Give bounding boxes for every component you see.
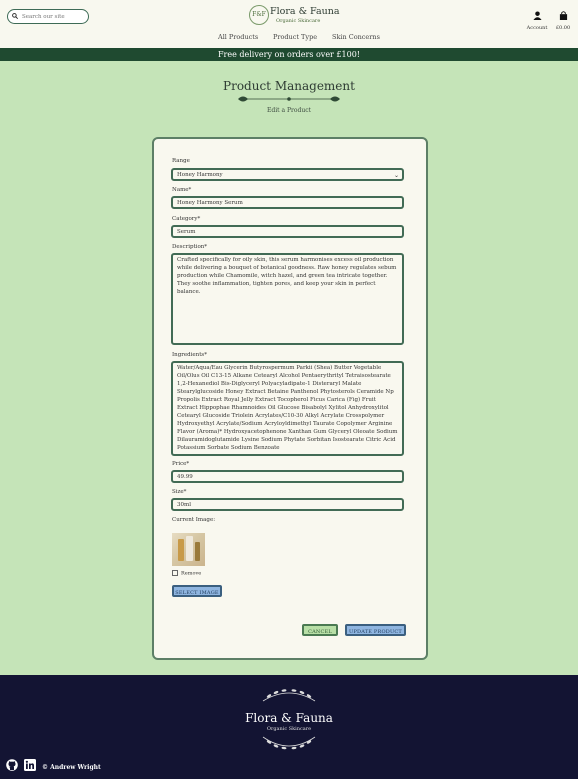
shopping-bag-icon — [559, 11, 567, 20]
nav-skin-concerns[interactable]: Skin Concerns — [332, 33, 380, 41]
range-label: Range — [172, 158, 190, 164]
checkbox-icon — [172, 570, 178, 576]
name-label: Name* — [172, 187, 192, 193]
account-label: Account — [526, 25, 548, 31]
price-input[interactable]: 49.99 — [171, 470, 404, 483]
product-image-thumbnail[interactable] — [172, 533, 205, 566]
wreath-bottom-icon — [262, 736, 316, 750]
footer-brand-name: Flora & Fauna — [245, 711, 333, 725]
footer-tagline: Organic Skincare — [266, 726, 312, 732]
remove-image-checkbox[interactable]: Remove — [172, 570, 201, 577]
category-input[interactable]: Serum — [171, 225, 404, 238]
name-input[interactable]: Honey Harmony Serum — [171, 196, 404, 209]
current-image-label: Current Image: — [172, 517, 216, 523]
bottle-shape — [186, 536, 193, 561]
logo-badge: F&F — [249, 5, 269, 25]
edit-product-form: Range Honey Harmony ⌄ Name* Honey Harmon… — [152, 137, 428, 660]
description-textarea[interactable]: Crafted specifically for oily skin, this… — [171, 253, 404, 345]
cancel-button[interactable]: CANCEL — [302, 624, 338, 636]
wreath-top-icon — [262, 689, 316, 702]
site-footer: Flora & Fauna Organic Skincare © Andrew … — [0, 675, 578, 779]
logo-name: Flora & Fauna — [270, 6, 340, 17]
range-select[interactable]: Honey Harmony ⌄ — [171, 168, 404, 181]
nav-all-products[interactable]: All Products — [218, 33, 258, 41]
page-subtitle: Edit a Product — [267, 107, 311, 114]
shopping-bag-link[interactable]: £0.00 — [553, 5, 573, 31]
flourish-divider-icon — [238, 96, 340, 102]
search-icon — [12, 13, 18, 19]
nav-product-type[interactable]: Product Type — [273, 33, 317, 41]
bottle-shape — [195, 542, 200, 561]
bag-total: £0.00 — [555, 25, 571, 31]
page-title: Product Management — [223, 79, 355, 93]
select-image-button[interactable]: SELECT IMAGE — [172, 585, 222, 597]
size-input[interactable]: 30ml — [171, 498, 404, 511]
update-product-button[interactable]: UPDATE PRODUCT — [345, 624, 406, 636]
chevron-down-icon: ⌄ — [393, 172, 399, 179]
site-header: F&F Flora & Fauna Organic Skincare Accou… — [0, 0, 578, 48]
remove-label: Remove — [181, 570, 202, 577]
description-label: Description* — [172, 244, 208, 250]
range-select-value: Honey Harmony — [177, 172, 223, 178]
bottle-shape — [178, 539, 184, 561]
size-label: Size* — [172, 489, 187, 495]
account-link[interactable]: Account — [526, 5, 548, 31]
github-icon[interactable] — [6, 759, 18, 771]
ingredients-textarea[interactable]: Water/Aqua/Eau Glycerin Butyrospermum Pa… — [171, 361, 404, 456]
main-nav: All Products Product Type Skin Concerns — [0, 33, 578, 43]
site-logo[interactable]: F&F Flora & Fauna Organic Skincare — [249, 5, 340, 27]
logo-tagline: Organic Skincare — [276, 18, 321, 24]
search-box[interactable] — [7, 9, 89, 24]
price-label: Price* — [172, 461, 190, 467]
search-input[interactable] — [22, 11, 84, 22]
linkedin-icon[interactable] — [24, 759, 36, 771]
category-label: Category* — [172, 216, 201, 222]
user-icon — [532, 11, 542, 20]
ingredients-label: Ingredients* — [172, 352, 207, 358]
delivery-banner: Free delivery on orders over £100! — [0, 48, 578, 61]
footer-copyright: © Andrew Wright — [42, 764, 101, 771]
